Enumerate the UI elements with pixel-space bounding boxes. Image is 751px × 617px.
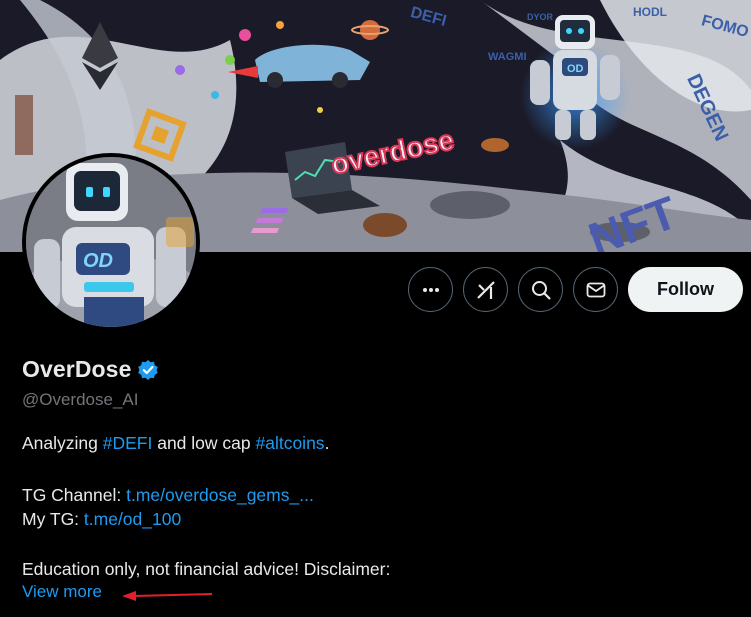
bio-line-my-tg: My TG: t.me/od_100 — [22, 506, 181, 532]
grok-icon — [476, 280, 495, 299]
my-tg-link[interactable]: t.me/od_100 — [84, 509, 181, 529]
message-icon — [586, 282, 605, 297]
hashtag-altcoins-link[interactable]: #altcoins — [255, 433, 324, 453]
follow-button[interactable]: Follow — [628, 267, 743, 312]
robot-avatar-illustration: OD — [26, 157, 196, 327]
bio-text: . — [324, 433, 330, 453]
svg-text:HODL: HODL — [633, 5, 667, 19]
name-row: OverDose — [22, 356, 722, 383]
my-tg-label: My TG: — [22, 509, 84, 529]
tg-channel-link[interactable]: t.me/overdose_gems_... — [126, 485, 314, 505]
message-button[interactable] — [573, 267, 618, 312]
svg-text:DYOR: DYOR — [527, 12, 554, 22]
profile-avatar[interactable]: OD — [22, 153, 200, 331]
search-button[interactable] — [518, 267, 563, 312]
view-more-link[interactable]: View more — [22, 582, 102, 602]
bio-text: Analyzing — [22, 433, 103, 453]
profile-info: OverDose @Overdose_AI Analyzing #DEFI an… — [22, 356, 722, 601]
bio-line-tg-channel: TG Channel: t.me/overdose_gems_... — [22, 482, 314, 508]
bio-text: and low cap — [152, 433, 256, 453]
grok-button[interactable] — [463, 267, 508, 312]
profile-actions: Follow — [408, 267, 743, 312]
more-icon — [422, 287, 439, 292]
hashtag-defi-link[interactable]: #DEFI — [103, 433, 153, 453]
tg-channel-label: TG Channel: — [22, 485, 127, 505]
annotation-arrow-icon — [122, 591, 213, 601]
search-icon — [531, 280, 551, 300]
svg-text:OD: OD — [83, 250, 113, 272]
bio-disclaimer: Education only, not financial advice! Di… — [22, 559, 391, 579]
display-name: OverDose — [22, 356, 132, 382]
verified-badge-icon[interactable] — [137, 359, 159, 381]
more-button[interactable] — [408, 267, 453, 312]
handle: @Overdose_AI — [22, 390, 139, 409]
bio-line-1: Analyzing #DEFI and low cap #altcoins. — [22, 430, 329, 456]
svg-text:OD: OD — [567, 63, 584, 75]
svg-text:WAGMI: WAGMI — [488, 51, 527, 63]
